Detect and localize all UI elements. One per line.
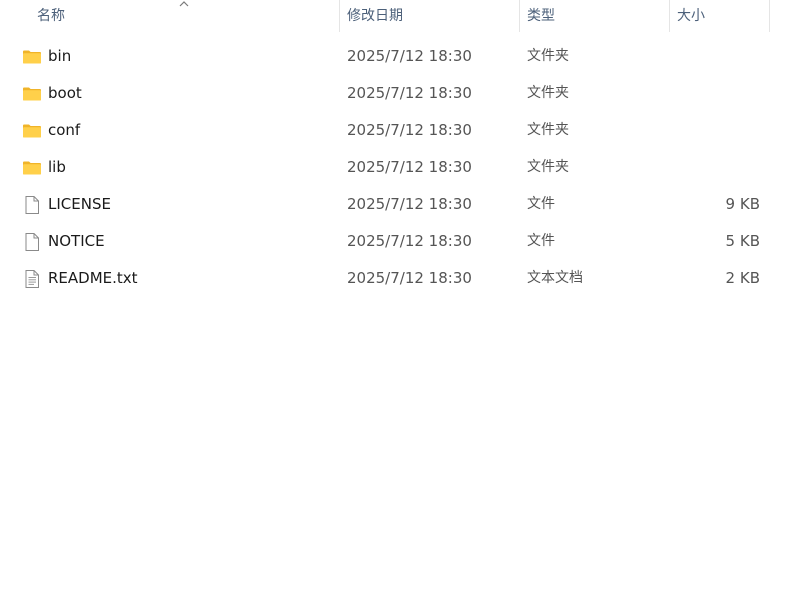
- file-modified-date: 2025/7/12 18:30: [347, 195, 472, 213]
- file-name: conf: [48, 121, 81, 139]
- chevron-up-icon: [179, 1, 189, 7]
- file-modified-date: 2025/7/12 18:30: [347, 269, 472, 287]
- file-row[interactable]: conf 2025/7/12 18:30 文件夹: [0, 112, 804, 149]
- column-header-modified[interactable]: 修改日期: [347, 0, 403, 32]
- file-size: 2 KB: [725, 269, 760, 287]
- file-name: boot: [48, 84, 82, 102]
- file-modified-date: 2025/7/12 18:30: [347, 47, 472, 65]
- file-icon: [22, 195, 42, 215]
- file-name: lib: [48, 158, 66, 176]
- file-modified-date: 2025/7/12 18:30: [347, 84, 472, 102]
- file-name: LICENSE: [48, 195, 111, 213]
- column-header-name[interactable]: 名称: [37, 0, 65, 32]
- folder-icon: [22, 158, 42, 178]
- file-type: 文件夹: [527, 159, 569, 175]
- file-size: 5 KB: [725, 232, 760, 250]
- file-type: 文本文档: [527, 270, 583, 286]
- folder-icon: [22, 47, 42, 67]
- column-header-size[interactable]: 大小: [677, 0, 705, 32]
- column-divider[interactable]: [339, 0, 340, 32]
- file-row[interactable]: NOTICE 2025/7/12 18:30 文件 5 KB: [0, 223, 804, 260]
- file-row[interactable]: LICENSE 2025/7/12 18:30 文件 9 KB: [0, 186, 804, 223]
- file-modified-date: 2025/7/12 18:30: [347, 158, 472, 176]
- file-row[interactable]: lib 2025/7/12 18:30 文件夹: [0, 149, 804, 186]
- column-header-type[interactable]: 类型: [527, 0, 555, 32]
- file-icon: [22, 232, 42, 252]
- file-row[interactable]: boot 2025/7/12 18:30 文件夹: [0, 75, 804, 112]
- file-name: NOTICE: [48, 232, 105, 250]
- text-document-icon: [22, 269, 42, 289]
- column-divider[interactable]: [669, 0, 670, 32]
- file-type: 文件夹: [527, 85, 569, 101]
- file-name: README.txt: [48, 269, 138, 287]
- file-list-pane: 名称 修改日期 类型 大小 bin 2025/7/12 18:30 文件夹 bo…: [0, 0, 804, 592]
- column-divider[interactable]: [519, 0, 520, 32]
- file-type: 文件夹: [527, 48, 569, 64]
- file-row[interactable]: README.txt 2025/7/12 18:30 文本文档 2 KB: [0, 260, 804, 297]
- file-size: 9 KB: [725, 195, 760, 213]
- column-divider[interactable]: [769, 0, 770, 32]
- file-row[interactable]: bin 2025/7/12 18:30 文件夹: [0, 38, 804, 75]
- file-name: bin: [48, 47, 72, 65]
- column-header-bar: 名称 修改日期 类型 大小: [0, 0, 804, 32]
- folder-icon: [22, 84, 42, 104]
- file-type: 文件: [527, 196, 555, 212]
- file-type: 文件: [527, 233, 555, 249]
- file-modified-date: 2025/7/12 18:30: [347, 232, 472, 250]
- folder-icon: [22, 121, 42, 141]
- file-modified-date: 2025/7/12 18:30: [347, 121, 472, 139]
- file-type: 文件夹: [527, 122, 569, 138]
